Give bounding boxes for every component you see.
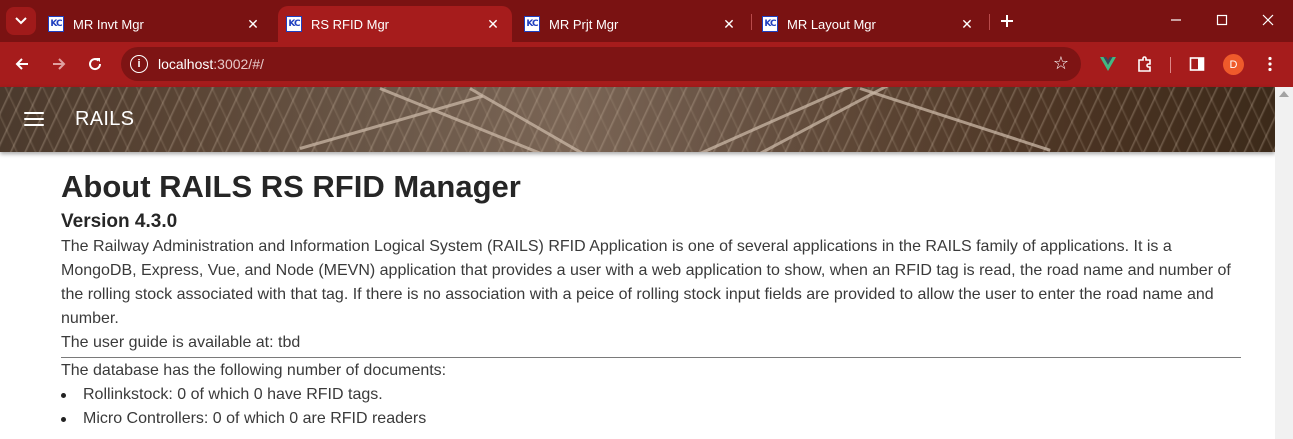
minimize-button[interactable] <box>1153 0 1199 40</box>
toolbar-divider <box>1170 57 1171 73</box>
app-description: The Railway Administration and Informati… <box>61 238 1231 327</box>
rail-line <box>759 87 929 152</box>
forward-button[interactable] <box>45 50 73 78</box>
database-intro: The database has the following number of… <box>61 362 447 379</box>
close-window-button[interactable] <box>1245 0 1291 40</box>
side-panel-icon <box>1189 57 1205 71</box>
kc-favicon-icon: KC <box>524 16 540 32</box>
info-icon[interactable]: i <box>130 55 148 73</box>
extensions-button[interactable] <box>1131 50 1159 78</box>
side-panel-button[interactable] <box>1183 50 1211 78</box>
bookmark-star-icon[interactable]: ☆ <box>1053 53 1069 74</box>
close-icon[interactable]: ✕ <box>958 15 976 33</box>
close-icon[interactable]: ✕ <box>484 15 502 33</box>
kebab-menu-icon <box>1268 56 1272 72</box>
page-title: About RAILS RS RFID Manager <box>61 169 521 204</box>
tab-title: RS RFID Mgr <box>311 16 389 32</box>
browser-tabstrip: KC MR Invt Mgr ✕ KC RS RFID Mgr ✕ KC MR … <box>0 0 1293 42</box>
section-divider <box>61 357 1241 358</box>
maximize-icon <box>1216 14 1228 26</box>
kc-favicon-icon: KC <box>48 16 64 32</box>
hamburger-menu-icon[interactable] <box>24 109 44 129</box>
close-icon <box>1262 14 1274 26</box>
tab-title: MR Prjt Mgr <box>549 16 619 32</box>
app-title: RAILS <box>75 108 135 130</box>
browser-menu-button[interactable] <box>1256 50 1284 78</box>
version-heading: Version 4.3.0 <box>61 211 178 232</box>
tab-mr-invt-mgr[interactable]: KC MR Invt Mgr ✕ <box>40 6 272 42</box>
plus-icon <box>1001 15 1013 27</box>
about-content: About RAILS RS RFID Manager Version 4.3.… <box>61 168 1241 431</box>
scroll-up-arrow-icon[interactable] <box>1279 91 1289 97</box>
rail-line <box>859 87 1051 152</box>
kc-favicon-icon: KC <box>762 16 778 32</box>
tab-title: MR Invt Mgr <box>73 16 144 32</box>
maximize-button[interactable] <box>1199 0 1245 40</box>
url-text[interactable]: localhost:3002/#/ <box>158 56 264 72</box>
vue-icon <box>1100 57 1116 71</box>
back-button[interactable] <box>8 50 36 78</box>
rail-line <box>299 94 484 150</box>
close-icon[interactable]: ✕ <box>244 15 262 33</box>
app-header: RAILS <box>0 87 1275 152</box>
tab-mr-prjt-mgr[interactable]: KC MR Prjt Mgr ✕ <box>516 6 748 42</box>
list-item: Micro Controllers: 0 of which 0 are RFID… <box>61 407 1241 431</box>
arrow-right-icon <box>53 58 66 70</box>
vue-devtools-extension-button[interactable] <box>1094 50 1122 78</box>
user-guide-text: The user guide is available at: tbd <box>61 334 301 351</box>
address-bar[interactable]: i localhost:3002/#/ ☆ <box>121 47 1081 81</box>
chevron-down-icon <box>15 17 27 25</box>
page-scrollbar[interactable] <box>1275 87 1293 439</box>
reload-icon <box>89 58 102 71</box>
tab-rs-rfid-mgr[interactable]: KC RS RFID Mgr ✕ <box>278 6 512 42</box>
browser-toolbar: i localhost:3002/#/ ☆ D <box>0 42 1293 87</box>
new-tab-button[interactable] <box>996 10 1018 32</box>
arrow-left-icon <box>15 58 28 70</box>
database-counts-list: Rollinkstock: 0 of which 0 have RFID tag… <box>61 383 1241 431</box>
url-path: :3002/#/ <box>213 56 264 72</box>
rail-line <box>469 87 610 152</box>
tab-search-button[interactable] <box>6 7 36 35</box>
tab-separator <box>989 14 990 30</box>
minimize-icon <box>1171 19 1181 21</box>
close-icon[interactable]: ✕ <box>720 15 738 33</box>
list-item: Rollinkstock: 0 of which 0 have RFID tag… <box>61 383 1241 407</box>
kc-favicon-icon: KC <box>286 16 302 32</box>
url-host: localhost <box>158 56 214 72</box>
puzzle-icon <box>1138 56 1151 72</box>
profile-avatar[interactable]: D <box>1223 54 1244 75</box>
tab-title: MR Layout Mgr <box>787 16 876 32</box>
rail-line <box>699 87 884 152</box>
reload-button[interactable] <box>81 50 109 78</box>
tab-separator <box>751 14 752 30</box>
tab-mr-layout-mgr[interactable]: KC MR Layout Mgr ✕ <box>754 6 986 42</box>
